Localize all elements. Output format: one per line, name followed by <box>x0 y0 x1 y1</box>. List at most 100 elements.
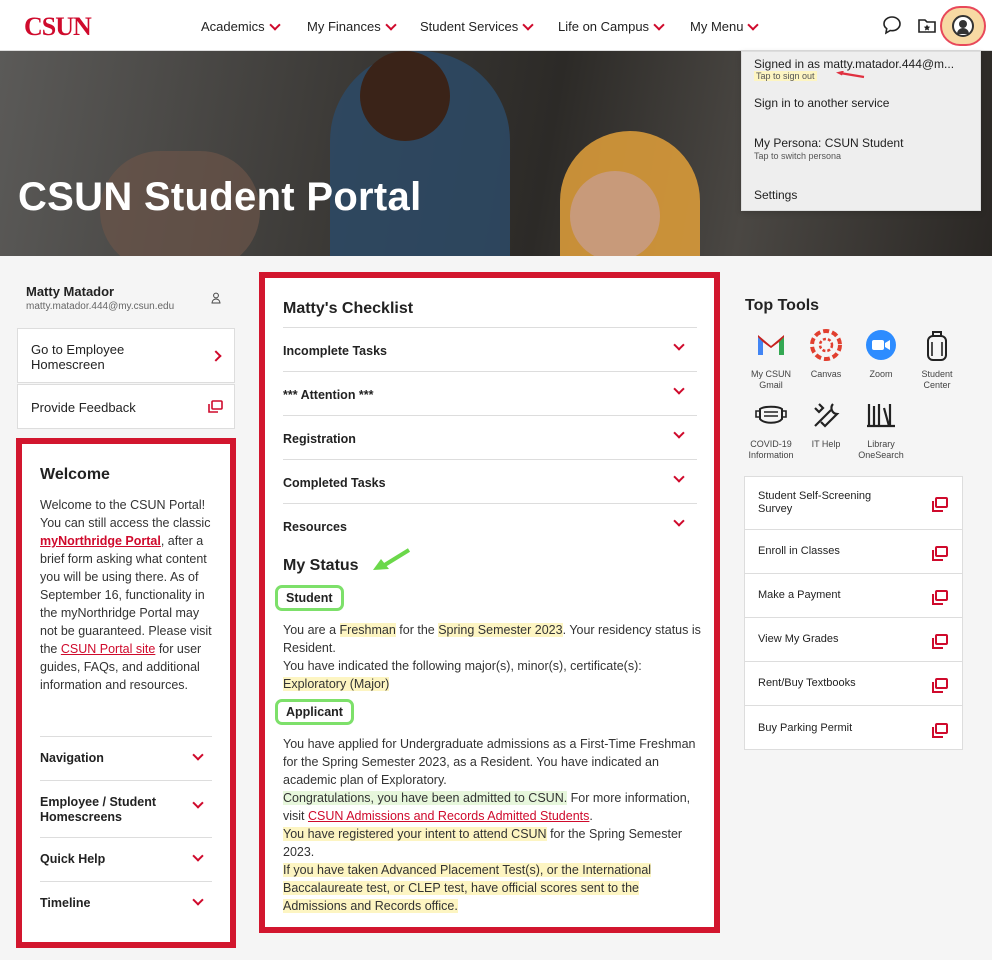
nav-my-finances[interactable]: My Finances <box>307 18 397 34</box>
admitted-students-link[interactable]: CSUN Admissions and Records Admitted Stu… <box>308 809 589 823</box>
tool-zoom[interactable]: Zoom <box>853 328 909 380</box>
chevron-down-icon <box>522 18 534 31</box>
checklist-resources[interactable]: Resources <box>283 503 697 547</box>
chevron-down-icon <box>268 18 281 31</box>
nav-label: Student Services <box>420 19 519 34</box>
top-navigation: CSUN Academics My Finances Student Servi… <box>0 0 992 51</box>
tool-student-center[interactable]: Student Center <box>909 328 965 391</box>
welcome-text-1: Welcome to the CSUN Portal! You can stil… <box>40 498 211 530</box>
tool-gmail[interactable]: My CSUN Gmail <box>743 328 799 391</box>
tool-label: Zoom <box>869 369 893 379</box>
section-timeline[interactable]: Timeline <box>40 881 212 925</box>
tool-library-onesearch[interactable]: Library OneSearch <box>853 398 909 461</box>
checklist-attention[interactable]: *** Attention *** <box>283 371 697 415</box>
row-label: Registration <box>283 432 356 446</box>
button-label: Provide Feedback <box>31 400 136 415</box>
external-link-icon <box>208 400 223 413</box>
welcome-panel: Welcome Welcome to the CSUN Portal! You … <box>16 438 236 948</box>
chevron-down-icon <box>653 18 665 31</box>
section-label: Timeline <box>40 896 91 910</box>
student-term: Spring Semester 2023 <box>438 623 563 637</box>
checklist-incomplete-tasks[interactable]: Incomplete Tasks <box>283 327 697 371</box>
tool-covid-info[interactable]: COVID-19 Information <box>743 398 799 461</box>
link-self-screening[interactable]: Student Self-Screening Survey <box>745 477 962 529</box>
checklist-title: Matty's Checklist <box>283 300 414 317</box>
tool-label: Student Center <box>921 369 953 390</box>
link-textbooks[interactable]: Rent/Buy Textbooks <box>745 661 962 705</box>
status-text: You have indicated the following major(s… <box>283 659 642 673</box>
nav-life-on-campus[interactable]: Life on Campus <box>558 18 665 34</box>
applicant-status-text: You have applied for Undergraduate admis… <box>283 735 703 915</box>
user-info: Matty Matador matty.matador.444@my.csun.… <box>17 280 235 325</box>
nav-my-menu[interactable]: My Menu <box>690 18 760 34</box>
zoom-icon <box>866 330 896 360</box>
library-books-icon <box>867 404 895 428</box>
annotation-arrow-icon <box>373 548 411 570</box>
sign-in-another-service[interactable]: Sign in to another service <box>754 96 889 110</box>
external-link-icon <box>932 678 948 693</box>
row-label: Resources <box>283 520 347 534</box>
row-label: Incomplete Tasks <box>283 344 387 358</box>
nav-academics[interactable]: Academics <box>201 18 281 34</box>
section-label: Employee / Student Homescreens <box>40 795 156 824</box>
settings-menu-item[interactable]: Settings <box>754 188 797 202</box>
welcome-title: Welcome <box>40 466 110 483</box>
mynorthridge-link[interactable]: myNorthridge Portal <box>40 534 161 548</box>
bookmark-folder-icon[interactable] <box>916 14 938 36</box>
sign-out-hint[interactable]: Tap to sign out <box>754 71 817 81</box>
checklist-panel: Matty's Checklist Incomplete Tasks *** A… <box>259 272 720 933</box>
backpack-icon <box>927 331 947 361</box>
provide-feedback-button[interactable]: Provide Feedback <box>17 384 235 429</box>
student-tag: Student <box>275 585 344 611</box>
account-button[interactable] <box>940 6 986 46</box>
chevron-down-icon <box>673 471 685 483</box>
tool-links-list: Student Self-Screening Survey Enroll in … <box>744 476 963 750</box>
chat-icon[interactable] <box>881 14 903 36</box>
top-tools-title: Top Tools <box>745 297 820 314</box>
csun-portal-site-link[interactable]: CSUN Portal site <box>61 642 155 656</box>
page-title: CSUN Student Portal <box>18 175 422 219</box>
user-icon[interactable] <box>211 292 221 304</box>
button-label: Go to Employee Homescreen <box>31 342 125 372</box>
signed-in-as[interactable]: Signed in as matty.matador.444@m... <box>754 57 954 71</box>
chevron-down-icon <box>673 515 685 527</box>
employee-homescreen-button[interactable]: Go to Employee Homescreen <box>17 328 235 383</box>
nav-label: Life on Campus <box>558 19 650 34</box>
tool-label: IT Help <box>811 439 841 449</box>
external-link-icon <box>932 497 948 512</box>
section-navigation[interactable]: Navigation <box>40 736 212 780</box>
chevron-down-icon <box>385 18 397 31</box>
gmail-icon <box>758 335 784 355</box>
chevron-down-icon <box>192 749 204 761</box>
tool-it-help[interactable]: IT Help <box>798 398 854 450</box>
link-label: Buy Parking Permit <box>758 722 853 734</box>
nav-label: My Finances <box>307 19 381 34</box>
tool-label: My CSUN Gmail <box>751 369 791 390</box>
link-enroll-classes[interactable]: Enroll in Classes <box>745 529 962 573</box>
checklist-completed-tasks[interactable]: Completed Tasks <box>283 459 697 503</box>
link-view-grades[interactable]: View My Grades <box>745 617 962 661</box>
external-link-icon <box>932 546 948 561</box>
face-mask-icon <box>755 405 787 424</box>
link-make-payment[interactable]: Make a Payment <box>745 573 962 617</box>
section-label: Navigation <box>40 751 104 765</box>
applicant-tag: Applicant <box>275 699 354 725</box>
student-level: Freshman <box>339 623 396 637</box>
section-homescreens[interactable]: Employee / Student Homescreens <box>40 780 212 837</box>
row-label: Completed Tasks <box>283 476 386 490</box>
nav-student-services[interactable]: Student Services <box>420 18 534 34</box>
external-link-icon <box>932 723 948 738</box>
chevron-down-icon <box>747 18 760 31</box>
link-label: Rent/Buy Textbooks <box>758 677 856 689</box>
my-persona[interactable]: My Persona: CSUN Student <box>754 136 903 150</box>
section-quick-help[interactable]: Quick Help <box>40 837 212 881</box>
status-text: You are a <box>283 623 340 637</box>
link-parking-permit[interactable]: Buy Parking Permit <box>745 705 962 750</box>
link-label: Make a Payment <box>758 589 841 601</box>
checklist-registration[interactable]: Registration <box>283 415 697 459</box>
test-scores-message: If you have taken Advanced Placement Tes… <box>283 863 652 913</box>
tool-canvas[interactable]: Canvas <box>798 328 854 380</box>
chevron-down-icon <box>192 797 204 809</box>
tool-label: Canvas <box>810 369 842 379</box>
csun-logo[interactable]: CSUN <box>24 12 92 42</box>
